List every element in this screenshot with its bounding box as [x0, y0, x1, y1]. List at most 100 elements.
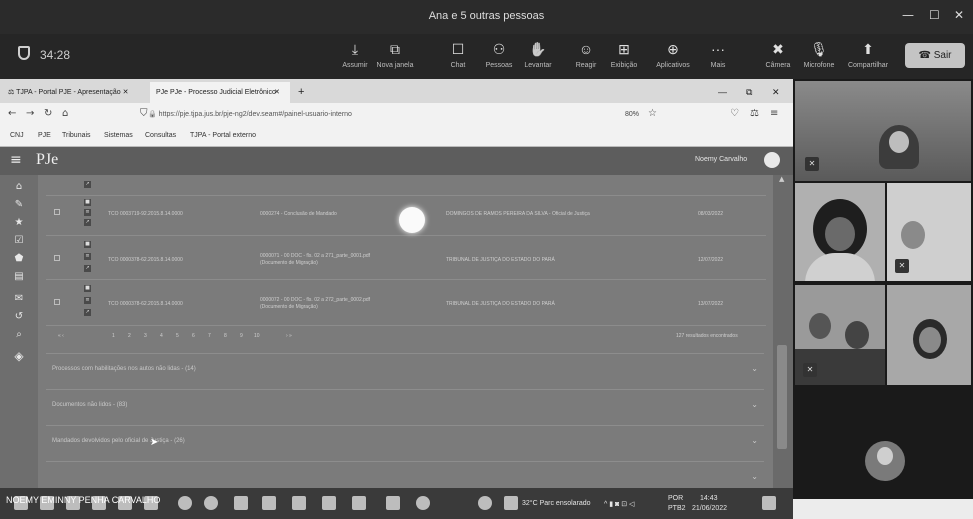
pagination-next[interactable]: › » — [286, 333, 292, 339]
page-8[interactable]: 8 — [224, 333, 227, 339]
new-tab-button[interactable]: + — [292, 82, 304, 103]
expand-icon[interactable]: ↗ — [84, 219, 91, 226]
mail-icon[interactable]: ✉ — [12, 293, 26, 304]
pencil-icon[interactable]: ✎ — [12, 199, 26, 210]
expand-icon[interactable]: ↗ — [84, 309, 91, 316]
new-window-button[interactable]: ⧉ Nova janela — [373, 40, 417, 69]
page-3[interactable]: 3 — [144, 333, 147, 339]
microphone-button[interactable]: 🎙 Microfone — [797, 40, 841, 69]
document-name[interactable]: 0000072 - 00 DOC - fls. 02 a 272_parte_0… — [260, 297, 370, 303]
people-button[interactable]: ⚇ Pessoas — [477, 40, 521, 69]
scroll-up-icon[interactable]: ▲ — [779, 175, 784, 183]
bookmark-tribunais[interactable]: Tribunais — [62, 132, 91, 139]
take-control-button[interactable]: ⤓ Assumir — [333, 40, 377, 69]
home-icon[interactable]: ⌂ — [12, 181, 26, 192]
home-icon[interactable]: ⌂ — [62, 108, 68, 119]
bookmark-pje[interactable]: PJE — [38, 132, 51, 139]
participant-video[interactable]: ✕ — [887, 183, 971, 281]
document-icon[interactable]: ▤ — [12, 271, 26, 282]
page-2[interactable]: 2 — [128, 333, 131, 339]
star-icon[interactable]: ☆ — [648, 108, 657, 119]
word-icon[interactable] — [352, 496, 366, 510]
page-10[interactable]: 10 — [254, 333, 260, 339]
star-icon[interactable]: ★ — [12, 217, 26, 228]
page-4[interactable]: 4 — [160, 333, 163, 339]
tab-pje[interactable]: PJe PJe - Processo Judicial Eletrônico ✕ — [150, 82, 290, 103]
apps-button[interactable]: ⊕ Aplicativos — [651, 40, 695, 69]
notification-icon[interactable] — [762, 496, 776, 510]
tab-portal-pje[interactable]: ⚖ TJPA - Portal PJE - Apresentação ✕ — [2, 82, 148, 103]
app-icon[interactable] — [478, 496, 492, 510]
participant-video[interactable] — [795, 183, 885, 281]
bookmark-sistemas[interactable]: Sistemas — [104, 132, 133, 139]
document-name[interactable]: 0000071 - 00 DOC - fls. 02 a 271_parte_0… — [260, 253, 370, 259]
page-1[interactable]: 1 — [112, 333, 115, 339]
scrollbar-thumb[interactable] — [777, 345, 787, 449]
bookmark-tjpa-portal[interactable]: TJPA - Portal externo — [190, 132, 256, 139]
language-indicator[interactable]: POR — [668, 495, 683, 502]
share-button[interactable]: ⬆ Compartilhar — [846, 40, 890, 69]
clock-time[interactable]: 14:43 — [700, 495, 718, 502]
process-number[interactable]: TCO 0000378-62.2015.8.14.0000 — [108, 257, 183, 263]
pin-icon[interactable]: ≡ — [84, 209, 91, 216]
camera-button[interactable]: ✖ Câmera — [756, 40, 800, 69]
app-icon[interactable] — [262, 496, 276, 510]
url-field[interactable]: 🔒 https://pje.tjpa.jus.br/pje-ng2/dev.se… — [148, 106, 628, 124]
pin-icon[interactable]: ≡ — [84, 297, 91, 304]
back-icon[interactable]: ← — [8, 108, 16, 119]
page-7[interactable]: 7 — [208, 333, 211, 339]
browser-minimize-icon[interactable]: — — [712, 82, 727, 103]
participant-video[interactable]: ✕ — [795, 285, 885, 385]
chat-button[interactable]: ☐ Chat — [436, 40, 480, 69]
forward-icon[interactable]: → — [26, 108, 34, 119]
extension-icon[interactable]: ⚖ — [750, 108, 759, 119]
user-name[interactable]: Noemy Carvalho — [695, 156, 747, 163]
pin-icon[interactable]: ≡ — [84, 253, 91, 260]
minimize-button[interactable]: — — [902, 8, 914, 22]
row-checkbox[interactable] — [54, 209, 60, 215]
pocket-icon[interactable]: ♡ — [730, 108, 739, 119]
history-icon[interactable]: ↺ — [12, 311, 26, 322]
tray-icons[interactable]: ^ ▮ ◙ ⊡ ◁ — [604, 500, 634, 508]
document-name[interactable]: 0000274 - Conclusão de Mandado — [260, 211, 337, 217]
page-6[interactable]: 6 — [192, 333, 195, 339]
network-icon[interactable]: ◈ — [12, 349, 26, 363]
search-icon[interactable]: ⌕ — [12, 329, 26, 340]
participant-tile-avatar[interactable] — [795, 389, 971, 499]
zoom-level[interactable]: 80% — [625, 111, 639, 118]
pagination-prev[interactable]: « ‹ — [58, 333, 64, 339]
chrome-icon[interactable] — [178, 496, 192, 510]
section-unread-documents[interactable]: Documentos não lidos - (83) ⌄ — [46, 389, 764, 425]
page-5[interactable]: 5 — [176, 333, 179, 339]
clock-date[interactable]: 21/06/2022 — [692, 505, 727, 512]
participant-video[interactable]: ✕ — [795, 81, 971, 181]
more-button[interactable]: ··· Mais — [696, 40, 740, 69]
reload-icon[interactable]: ↻ — [44, 108, 52, 119]
bookmark-consultas[interactable]: Consultas — [145, 132, 176, 139]
hamburger-icon[interactable]: ≡ — [770, 108, 778, 119]
weather-icon[interactable] — [504, 496, 518, 510]
process-number[interactable]: TCO 0003719-92.2015.8.14.0000 — [108, 211, 183, 217]
maximize-button[interactable]: ☐ — [929, 8, 940, 22]
teams-icon[interactable] — [322, 496, 336, 510]
close-button[interactable]: ✕ — [954, 8, 964, 22]
raise-hand-button[interactable]: ✋ Levantar — [516, 40, 560, 69]
app-icon[interactable] — [386, 496, 400, 510]
page-9[interactable]: 9 — [240, 333, 243, 339]
app-icon[interactable] — [292, 496, 306, 510]
close-icon[interactable]: ✕ — [274, 82, 280, 103]
chrome-icon[interactable] — [204, 496, 218, 510]
avatar[interactable] — [764, 152, 780, 168]
row-checkbox[interactable] — [54, 299, 60, 305]
firefox-icon[interactable] — [416, 496, 430, 510]
scrollbar[interactable]: ▲ — [773, 175, 793, 519]
tag-icon[interactable]: ⬟ — [12, 253, 26, 264]
checkbox-icon[interactable]: ☑ — [12, 235, 26, 246]
browser-close-icon[interactable]: ✕ — [766, 82, 780, 103]
menu-icon[interactable]: ≡ — [10, 152, 22, 168]
process-number[interactable]: TCO 0000378-62.2015.8.14.0000 — [108, 301, 183, 307]
view-button[interactable]: ⊞ Exibição — [602, 40, 646, 69]
keyboard-layout[interactable]: PTB2 — [668, 505, 686, 512]
section-unread-habilitations[interactable]: Processos com habilitações nos autos não… — [46, 353, 764, 389]
expand-icon[interactable]: ↗ — [84, 181, 91, 188]
